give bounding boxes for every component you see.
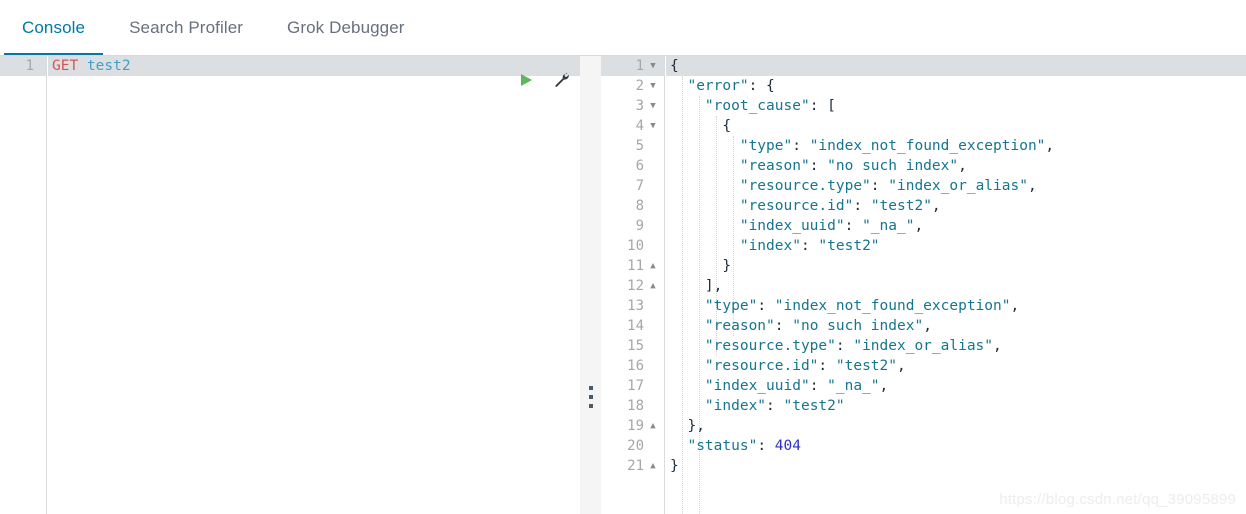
response-line-number: 6 <box>601 156 664 176</box>
line-number-label: 15 <box>627 338 644 354</box>
fold-up-icon[interactable]: ▲ <box>647 276 659 296</box>
line-number-label: 14 <box>627 318 644 334</box>
line-number-label: 4 <box>635 118 644 134</box>
fold-down-icon[interactable]: ▼ <box>647 76 659 96</box>
tab-search-profiler[interactable]: Search Profiler <box>107 0 265 56</box>
response-line[interactable]: "status": 404 <box>666 436 1246 456</box>
request-path: test2 <box>86 58 131 74</box>
line-number-label: 18 <box>627 398 644 414</box>
response-line-number: 15 <box>601 336 664 356</box>
response-line[interactable]: "index": "test2" <box>666 236 1246 256</box>
fold-down-icon[interactable]: ▼ <box>647 116 659 136</box>
drag-dot <box>589 386 593 390</box>
response-line[interactable]: "resource.type": "index_or_alias", <box>666 336 1246 356</box>
response-line-number: 10 <box>601 236 664 256</box>
response-line-number: 4 ▼ <box>601 116 664 136</box>
line-number-label: 10 <box>627 238 644 254</box>
fold-down-icon[interactable]: ▼ <box>647 96 659 116</box>
response-line-number: 13 <box>601 296 664 316</box>
line-number-label: 19 <box>627 418 644 434</box>
response-line[interactable]: }, <box>666 416 1246 436</box>
response-line[interactable]: "index": "test2" <box>666 396 1246 416</box>
response-line-number: 8 <box>601 196 664 216</box>
tab-grok-debugger[interactable]: Grok Debugger <box>265 0 427 56</box>
response-line[interactable]: "error": { <box>666 76 1246 96</box>
send-request-play-icon[interactable] <box>516 70 536 90</box>
request-code-area[interactable]: GET test2 <box>48 56 580 514</box>
response-line-number: 16 <box>601 356 664 376</box>
tab-console[interactable]: Console <box>0 0 107 56</box>
response-line[interactable]: "resource.type": "index_or_alias", <box>666 176 1246 196</box>
drag-dot <box>589 395 593 399</box>
response-line-number-gutter: 1 ▼ 2 ▼ 3 ▼ 4 ▼ 5 6 7 8 9 10 11 ▲ 12 ▲ 13 14 15 16 17 18 19 ▲ 20 21… <box>601 56 665 514</box>
response-line[interactable]: "index_uuid": "_na_", <box>666 216 1246 236</box>
pane-splitter[interactable] <box>580 56 601 514</box>
line-number-label: 8 <box>635 198 644 214</box>
response-line[interactable]: "root_cause": [ <box>666 96 1246 116</box>
line-number-label: 11 <box>627 258 644 274</box>
response-line-number: 21 ▲ <box>601 456 664 476</box>
response-line-number: 20 <box>601 436 664 456</box>
response-line[interactable]: } <box>666 256 1246 276</box>
response-line-number: 9 <box>601 216 664 236</box>
response-line-number: 18 <box>601 396 664 416</box>
tab-list: Console Search Profiler Grok Debugger <box>0 0 427 56</box>
line-number-label: 16 <box>627 358 644 374</box>
response-line-number: 14 <box>601 316 664 336</box>
response-line[interactable]: "reason": "no such index", <box>666 316 1246 336</box>
response-line[interactable]: ], <box>666 276 1246 296</box>
response-line-number: 17 <box>601 376 664 396</box>
tab-bar: Console Search Profiler Grok Debugger <box>0 0 1246 56</box>
line-number-label: 1 <box>635 58 644 74</box>
fold-down-icon[interactable]: ▼ <box>647 56 659 76</box>
fold-up-icon[interactable]: ▲ <box>647 256 659 276</box>
line-number-label: 17 <box>627 378 644 394</box>
response-line-number: 12 ▲ <box>601 276 664 296</box>
response-line[interactable]: "resource.id": "test2", <box>666 356 1246 376</box>
console-app: Console Search Profiler Grok Debugger 1 GE… <box>0 0 1246 514</box>
response-code-area[interactable]: { "error": { "root_cause": [ { "type": "… <box>666 56 1246 514</box>
request-method: GET <box>52 58 79 74</box>
response-line-number: 1 ▼ <box>601 56 664 76</box>
line-number-label: 12 <box>627 278 644 294</box>
wrench-icon[interactable] <box>552 70 572 90</box>
response-line[interactable]: "type": "index_not_found_exception", <box>666 136 1246 156</box>
line-number-label: 2 <box>635 78 644 94</box>
response-line[interactable]: "index_uuid": "_na_", <box>666 376 1246 396</box>
response-line-number: 7 <box>601 176 664 196</box>
response-line-number: 11 ▲ <box>601 256 664 276</box>
watermark: https://blog.csdn.net/qq_39095899 <box>999 491 1236 508</box>
fold-up-icon[interactable]: ▲ <box>647 456 659 476</box>
fold-up-icon[interactable]: ▲ <box>647 416 659 436</box>
response-line-number: 2 ▼ <box>601 76 664 96</box>
request-line[interactable]: GET test2 <box>48 56 580 76</box>
drag-dot <box>589 404 593 408</box>
response-pane[interactable]: 1 ▼ 2 ▼ 3 ▼ 4 ▼ 5 6 7 8 9 10 11 ▲ 12 ▲ 13 14 15 16 17 18 19 ▲ 20 21… <box>601 56 1246 514</box>
line-number-label: 9 <box>635 218 644 234</box>
request-editor-actions <box>516 70 572 90</box>
line-number-label: 13 <box>627 298 644 314</box>
request-pane[interactable]: 1 GET test2 <box>0 56 580 514</box>
response-line[interactable]: } <box>666 456 1246 476</box>
response-line[interactable]: "type": "index_not_found_exception", <box>666 296 1246 316</box>
line-number-label: 5 <box>635 138 644 154</box>
line-number-label: 7 <box>635 178 644 194</box>
response-line[interactable]: { <box>666 116 1246 136</box>
line-number-label: 20 <box>627 438 644 454</box>
response-line-number: 19 ▲ <box>601 416 664 436</box>
line-number-label: 6 <box>635 158 644 174</box>
response-line-number: 5 <box>601 136 664 156</box>
line-number-label: 21 <box>627 458 644 474</box>
line-number-label: 3 <box>635 98 644 114</box>
request-line-number-gutter: 1 <box>0 56 47 514</box>
request-line-number: 1 <box>0 56 46 76</box>
pane-drag-handle[interactable] <box>588 386 594 408</box>
response-line[interactable]: { <box>666 56 1246 76</box>
response-line-number: 3 ▼ <box>601 96 664 116</box>
response-line[interactable]: "reason": "no such index", <box>666 156 1246 176</box>
response-line[interactable]: "resource.id": "test2", <box>666 196 1246 216</box>
